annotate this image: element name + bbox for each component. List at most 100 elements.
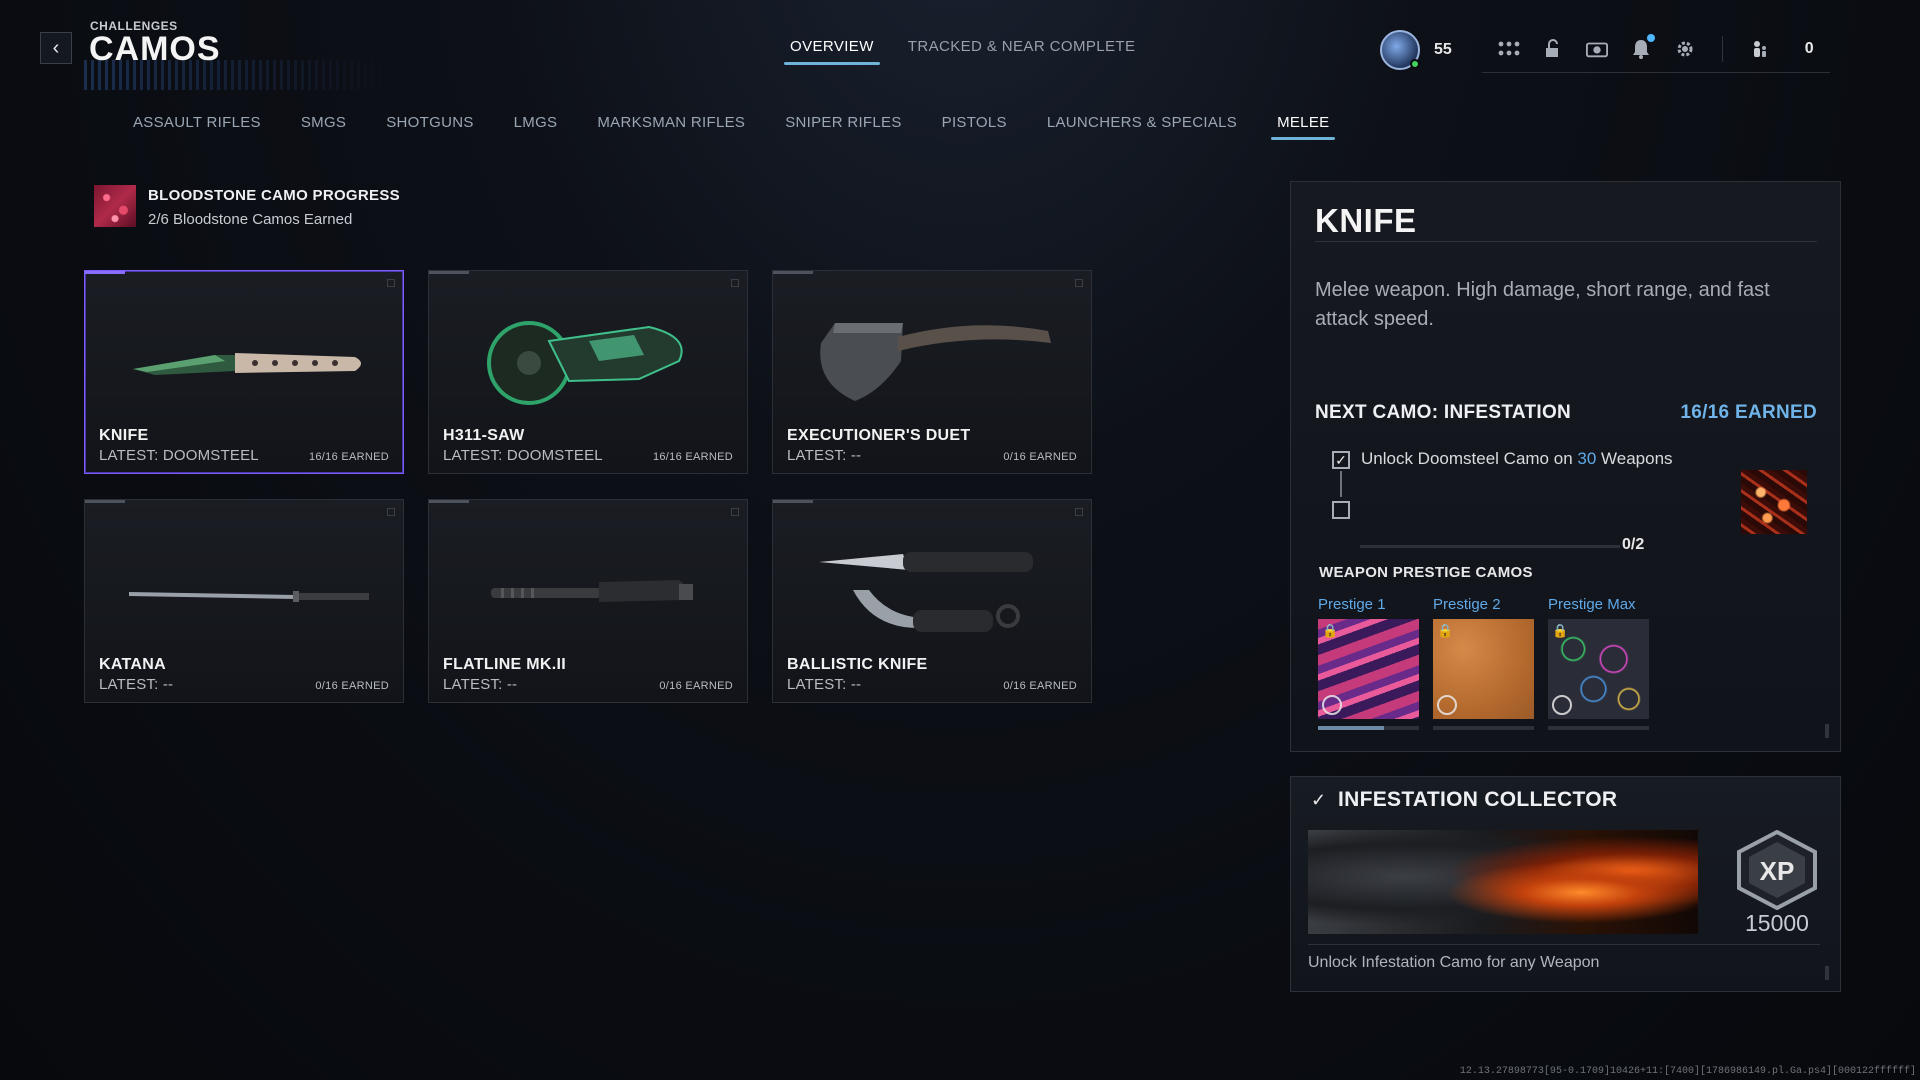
prestige-2-swatch: 🔒 — [1433, 619, 1534, 719]
player-level: 55 — [1434, 41, 1452, 58]
top-tabs: OVERVIEW TRACKED & NEAR COMPLETE — [784, 38, 1136, 65]
prestige-camo-max[interactable]: Prestige Max 🔒 — [1548, 596, 1651, 730]
unlock-icon[interactable] — [1542, 38, 1564, 60]
prestige-progress-bar — [1433, 726, 1534, 730]
challenge-suffix: Weapons — [1596, 449, 1673, 468]
collector-title: INFESTATION COLLECTOR — [1338, 788, 1618, 811]
weapon-earned-count: 16/16 EARNED — [308, 451, 389, 463]
prestige-camos-title: WEAPON PRESTIGE CAMOS — [1319, 564, 1533, 581]
scroll-indicator[interactable] — [1825, 966, 1829, 980]
prestige-badge-icon — [1552, 695, 1572, 715]
prestige-label: Prestige 2 — [1433, 596, 1501, 613]
weapon-earned-count: 0/16 EARNED — [315, 680, 389, 692]
weapon-earned-count: 0/16 EARNED — [1003, 451, 1077, 463]
divider — [1315, 241, 1817, 242]
weapon-latest-camo: LATEST: DOOMSTEEL — [99, 447, 259, 464]
xp-badge-icon: XP — [1733, 829, 1821, 911]
bloodstone-subtitle: 2/6 Bloodstone Camos Earned — [148, 211, 353, 228]
hud-separator — [1721, 35, 1723, 62]
next-camo-label: NEXT CAMO: INFESTATION — [1315, 402, 1572, 423]
title-decoration — [84, 60, 394, 90]
checkmark-icon: ✓ — [1311, 790, 1327, 810]
weapon-latest-camo: LATEST: -- — [99, 676, 174, 693]
category-tabs: ASSAULT RIFLES SMGS SHOTGUNS LMGS MARKSM… — [133, 114, 1336, 140]
tab-melee[interactable]: MELEE — [1271, 114, 1336, 140]
tab-sniper-rifles[interactable]: SNIPER RIFLES — [785, 114, 901, 140]
collector-reward-image — [1308, 830, 1698, 934]
gear-icon[interactable] — [1674, 38, 1696, 60]
tab-marksman-rifles[interactable]: MARKSMAN RIFLES — [597, 114, 745, 140]
party-icon[interactable] — [1749, 38, 1771, 60]
prestige-badge-icon — [1322, 695, 1342, 715]
weapon-name: KNIFE — [99, 427, 149, 444]
katana-image — [129, 591, 369, 602]
camera-icon[interactable] — [1585, 38, 1608, 60]
xp-label: XP — [1760, 856, 1795, 886]
challenge-count: 30 — [1577, 449, 1597, 468]
hud-bar: 55 0 — [1380, 26, 1830, 74]
weapon-card-h311-saw[interactable]: H311-SAW LATEST: DOOMSTEEL 16/16 EARNED — [428, 270, 748, 474]
scroll-indicator[interactable] — [1825, 724, 1829, 738]
tab-smgs[interactable]: SMGS — [301, 114, 346, 140]
challenge-checkbox-complete[interactable]: ✓ — [1332, 451, 1350, 469]
tab-lmgs[interactable]: LMGS — [514, 114, 558, 140]
avatar[interactable] — [1380, 30, 1420, 70]
weapon-latest-camo: LATEST: -- — [443, 676, 518, 693]
chevron-left-icon: ‹ — [52, 36, 60, 59]
weapon-earned-count: 0/16 EARNED — [1003, 680, 1077, 692]
weapon-card-ballistic-knife[interactable]: BALLISTIC KNIFE LATEST: -- 0/16 EARNED — [772, 499, 1092, 703]
collector-description: Unlock Infestation Camo for any Weapon — [1308, 954, 1600, 971]
divider — [1308, 944, 1820, 945]
detail-title: KNIFE — [1315, 202, 1417, 239]
prestige-progress-fill — [1318, 726, 1384, 730]
grid-menu-icon[interactable] — [1498, 38, 1520, 60]
prestige-camo-2[interactable]: Prestige 2 🔒 — [1433, 596, 1536, 730]
weapon-earned-count: 16/16 EARNED — [652, 451, 733, 463]
challenge-progress-track — [1360, 545, 1620, 548]
weapon-name: KATANA — [99, 656, 166, 673]
weapon-card-flatline-mk2[interactable]: FLATLINE MK.II LATEST: -- 0/16 EARNED — [428, 499, 748, 703]
lock-icon: 🔒 — [1437, 623, 1454, 638]
tab-pistols[interactable]: PISTOLS — [942, 114, 1007, 140]
flatline-mk2-image — [491, 580, 693, 602]
challenge-text: Unlock Doomsteel Camo on 30 Weapons — [1361, 449, 1673, 469]
online-status-icon — [1410, 59, 1420, 69]
bloodstone-camo-icon — [94, 185, 136, 227]
ballistic-knife-image — [819, 552, 1033, 632]
weapon-name: EXECUTIONER'S DUET — [787, 427, 971, 444]
prestige-camo-1[interactable]: Prestige 1 🔒 — [1318, 596, 1421, 730]
detail-description: Melee weapon. High damage, short range, … — [1315, 279, 1770, 330]
executioners-duet-image — [820, 323, 1051, 401]
notification-bell-icon[interactable] — [1630, 33, 1655, 60]
prestige-label: Prestige Max — [1548, 596, 1636, 613]
tab-launchers-specials[interactable]: LAUNCHERS & SPECIALS — [1047, 114, 1237, 140]
weapon-name: H311-SAW — [443, 427, 525, 444]
weapon-card-knife[interactable]: KNIFE LATEST: DOOMSTEEL 16/16 EARNED — [84, 270, 404, 474]
prestige-progress-bar — [1318, 726, 1419, 730]
weapon-latest-camo: LATEST: DOOMSTEEL — [443, 447, 603, 464]
challenge-checkbox-pending[interactable] — [1332, 501, 1350, 519]
prestige-max-swatch: 🔒 — [1548, 619, 1649, 719]
weapon-latest-camo: LATEST: -- — [787, 447, 862, 464]
knife-image — [133, 353, 361, 375]
tab-tracked[interactable]: TRACKED & NEAR COMPLETE — [908, 38, 1136, 65]
bloodstone-title: BLOODSTONE CAMO PROGRESS — [148, 187, 400, 204]
tab-shotguns[interactable]: SHOTGUNS — [386, 114, 473, 140]
weapon-card-executioners-duet[interactable]: EXECUTIONER'S DUET LATEST: -- 0/16 EARNE… — [772, 270, 1092, 474]
prestige-1-swatch: 🔒 — [1318, 619, 1419, 719]
next-camo-earned: 16/16 EARNED — [1680, 402, 1817, 423]
prestige-badge-icon — [1437, 695, 1457, 715]
lock-icon: 🔒 — [1552, 623, 1569, 638]
challenge-connector — [1340, 471, 1342, 497]
back-button[interactable]: ‹ — [40, 32, 72, 64]
challenge-prefix: Unlock Doomsteel Camo on — [1361, 449, 1578, 468]
build-info: 12.13.27898773[95-0.1709]10426+11:[7400]… — [1459, 1066, 1916, 1077]
weapon-latest-camo: LATEST: -- — [787, 676, 862, 693]
challenge-progress: 0/2 — [1622, 536, 1645, 553]
lock-icon: 🔒 — [1322, 623, 1339, 638]
weapon-card-katana[interactable]: KATANA LATEST: -- 0/16 EARNED — [84, 499, 404, 703]
tab-overview[interactable]: OVERVIEW — [784, 38, 880, 65]
weapon-name: BALLISTIC KNIFE — [787, 656, 928, 673]
h311-saw-image — [487, 321, 683, 405]
tab-assault-rifles[interactable]: ASSAULT RIFLES — [133, 114, 261, 140]
